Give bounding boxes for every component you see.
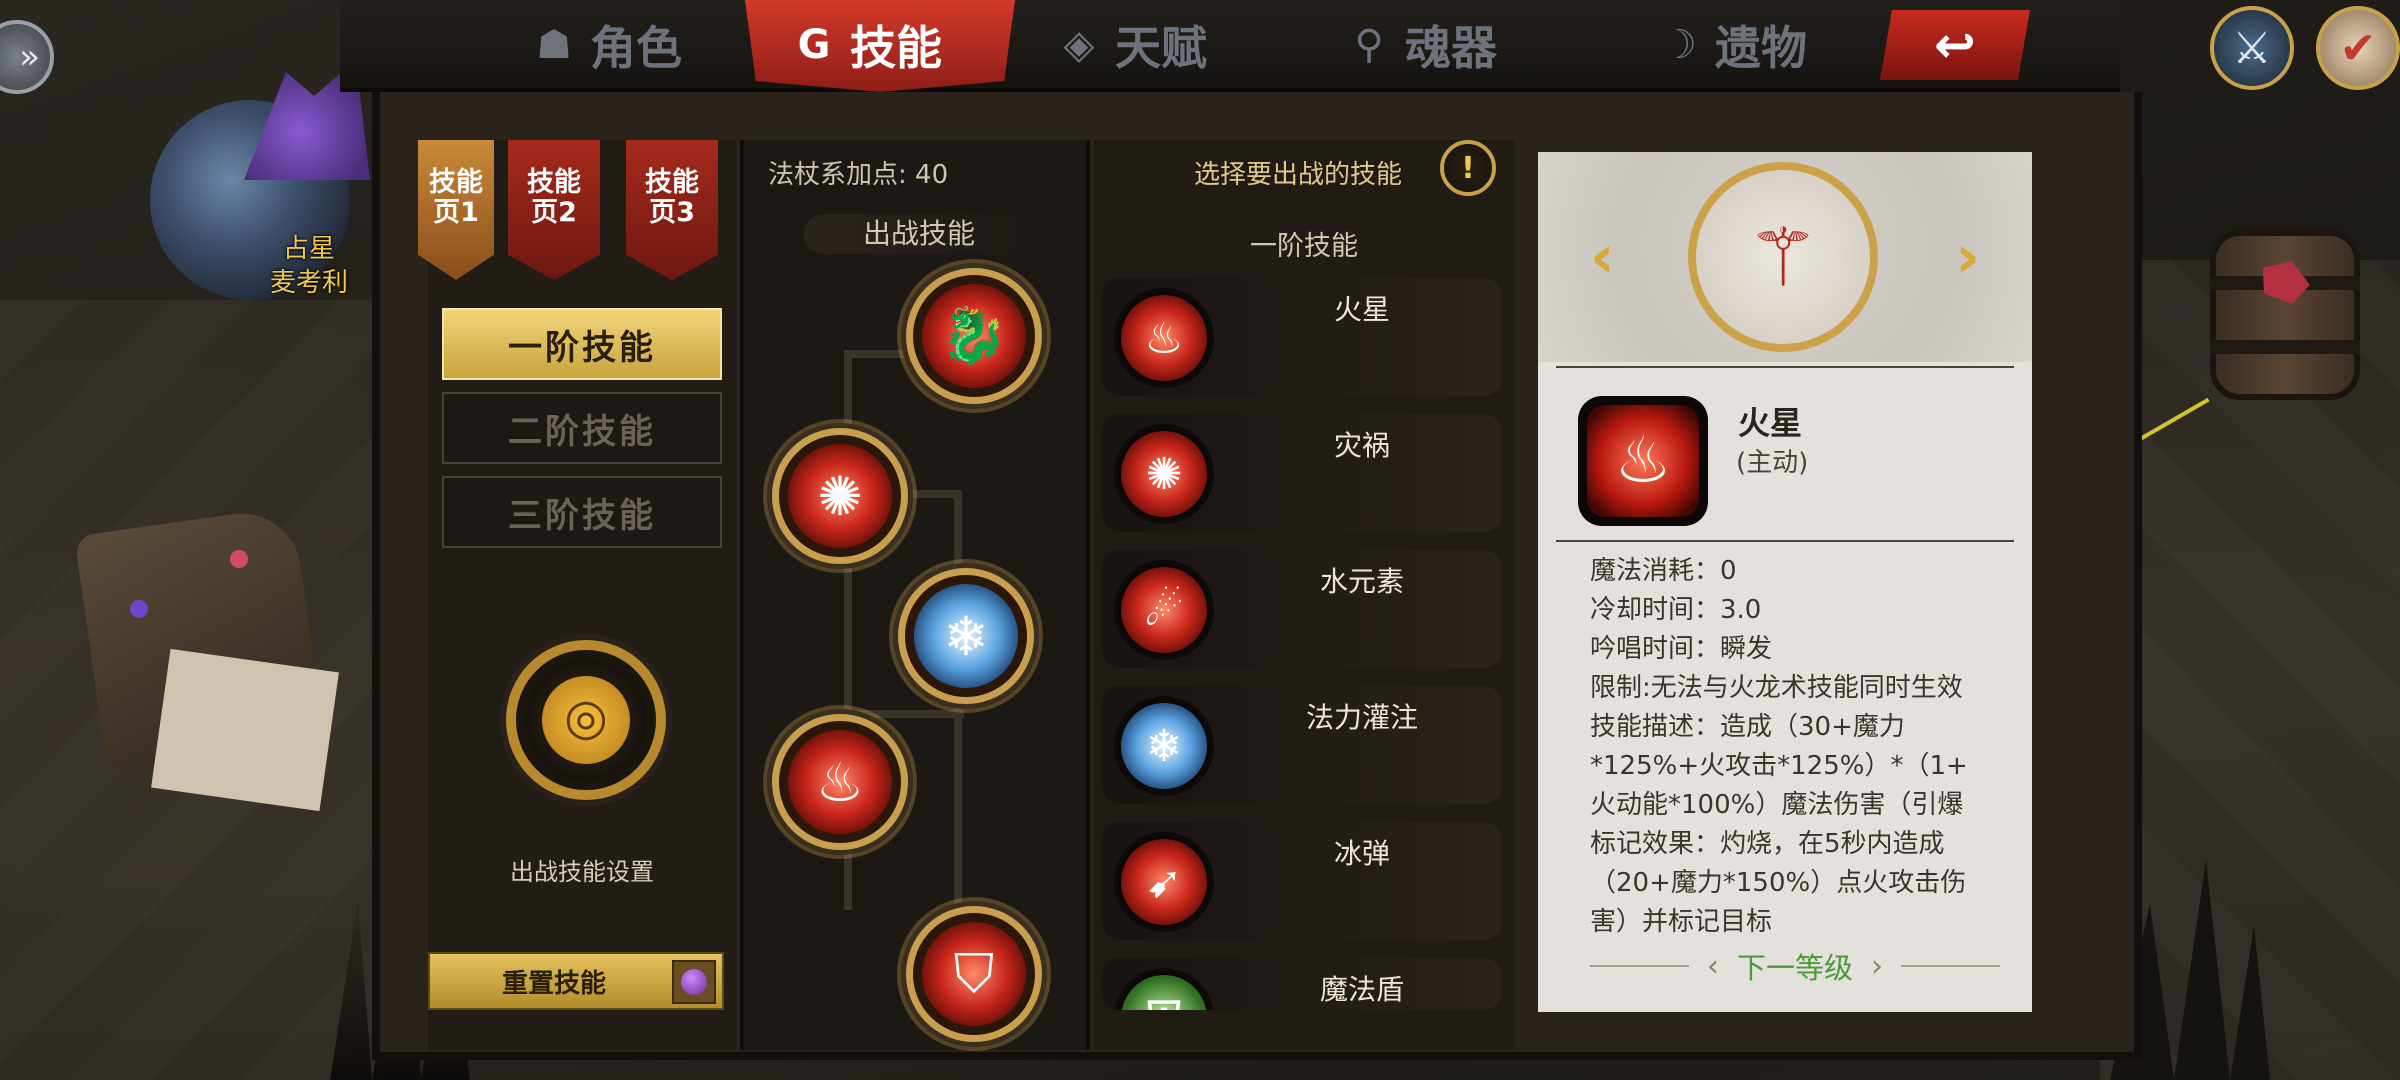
skill-points: 法杖系加点: 40 (768, 160, 949, 190)
ember-orb-icon: ✺ (1121, 431, 1207, 517)
skill-item-bingdan[interactable]: ➹ 冰弹 (1102, 822, 1502, 940)
helmet-icon: ☗ (536, 22, 572, 68)
info-icon[interactable]: ! (1440, 140, 1496, 196)
skill-item-shuiyuansu[interactable]: ☄ 水元素 (1102, 550, 1502, 668)
sword-shield-icon: ⚔ (2232, 22, 2272, 74)
water-swirl-icon: ☄ (1121, 567, 1207, 653)
tree-node-rune-shield[interactable]: ⛉ (906, 906, 1042, 1042)
mana-infusion-icon: ❄ (1121, 703, 1207, 789)
return-arrow-icon: ↩ (1934, 16, 1976, 74)
chevron-left-icon: ‹ (1707, 948, 1719, 984)
talent-gem-icon: ◈ (1063, 22, 1095, 68)
tab-character[interactable]: ☗ 角色 (530, 14, 682, 76)
reset-skills-button[interactable]: 重置技能 (428, 952, 724, 1010)
tier-2-button[interactable]: 二阶技能 (442, 392, 722, 464)
flame-icon: ♨ (1121, 295, 1207, 381)
skill-item-zaihuo[interactable]: ✺ 灾祸 (1102, 414, 1502, 532)
skill-swirl-icon: G (797, 22, 831, 68)
selected-skill-name: 火星 (1738, 404, 1803, 442)
flame-icon: ♨ (1587, 405, 1699, 517)
weapon-shortcut-button[interactable]: ⚔ (2210, 6, 2294, 90)
quest-shortcut-button[interactable]: ✔ (2316, 6, 2400, 90)
select-skill-hint: 选择要出战的技能 (1194, 160, 1403, 190)
character-portrait[interactable]: 占星 麦考利 (120, 60, 370, 340)
tab-talent[interactable]: ◈ 天赋 (1055, 14, 1207, 76)
ice-bolt-icon: ➹ (1121, 839, 1207, 925)
skill-tree-column: 法杖系加点: 40 出战技能 🐉 ✺ ❄ ♨ ⛉ (740, 140, 1090, 1050)
tier-1-button[interactable]: 一阶技能 (442, 308, 722, 380)
selected-skill-icon: ♨ (1578, 396, 1708, 526)
ember-orb-icon: ✺ (788, 444, 892, 548)
skill-page-tab-3[interactable]: 技能 页3 (626, 140, 718, 280)
next-level-button[interactable]: ‹ 下一等级 › (1590, 946, 2001, 986)
flame-icon: ♨ (788, 730, 892, 834)
tier-3-button[interactable]: 三阶技能 (442, 476, 722, 548)
character-name: 占星 麦考利 (270, 234, 349, 298)
skill-page-tab-1[interactable]: 技能 页1 (418, 140, 494, 280)
fire-staff-icon: ⚚ (1688, 162, 1878, 352)
relic-icon: ☽ (1661, 22, 1697, 68)
tree-node-beast-fire[interactable]: 🐉 (906, 268, 1042, 404)
skill-item-huoxing[interactable]: ♨ 火星 (1102, 278, 1502, 396)
skill-item-mofadun[interactable]: ⛨ 魔法盾 (1102, 958, 1502, 1010)
skill-page-tab-2[interactable]: 技能 页2 (508, 140, 600, 280)
purple-potion-icon (672, 960, 716, 1004)
battle-skill-settings-label: 出战技能设置 (510, 858, 654, 886)
gem-icon (130, 600, 148, 618)
tab-skills[interactable]: G 技能 (790, 14, 942, 76)
rune-shield-icon: ⛉ (922, 922, 1026, 1026)
magic-shield-icon: ⛨ (1121, 975, 1207, 1010)
ice-spirit-icon: ❄ (914, 584, 1018, 688)
double-chevron-icon: » (19, 37, 40, 77)
tab-relic[interactable]: ☽ 遗物 (1655, 14, 1807, 76)
skill-list-tier-title: 一阶技能 (1250, 231, 1358, 262)
tree-node-ember-orb[interactable]: ✺ (772, 428, 908, 564)
back-button[interactable]: ↩ (1880, 10, 2030, 80)
checklist-icon: ✔ (2339, 22, 2377, 74)
soul-vessel-icon: ⚲ (1354, 22, 1384, 68)
tree-node-ice-spirit[interactable]: ❄ (898, 568, 1034, 704)
selected-skill-type: (主动) (1736, 448, 1809, 478)
fire-beast-icon: 🐉 (922, 284, 1026, 388)
skill-list-column: 选择要出战的技能 ! 一阶技能 ♨ 火星 ✺ 灾祸 ☄ 水元素 ❄ 法力灌注 ➹… (1094, 140, 1514, 1050)
battle-skills-label: 出战技能 (804, 214, 1034, 254)
battle-skill-settings-button[interactable]: ◎ (506, 640, 666, 800)
tree-node-flame[interactable]: ♨ (772, 714, 908, 850)
barrel-decoration (2210, 230, 2360, 400)
next-weapon-button[interactable]: › (1955, 222, 1980, 292)
swirl-icon: ◎ (564, 688, 608, 746)
skill-description: 魔法消耗：0 冷却时间：3.0 吟唱时间：瞬发 限制:无法与火龙术技能同时生效 … (1590, 556, 1968, 937)
prev-weapon-button[interactable]: ‹ (1590, 222, 1615, 292)
chevron-right-icon: › (1871, 948, 1884, 984)
workbench-decoration (60, 460, 339, 820)
tab-soul-vessel[interactable]: ⚲ 魂器 (1345, 14, 1497, 76)
skill-page-column: 技能 页1 技能 页2 技能 页3 一阶技能 二阶技能 三阶技能 ◎ 出战技能设置 重… (418, 140, 736, 1050)
gem-icon (230, 550, 248, 568)
skill-item-falignuanzhu[interactable]: ❄ 法力灌注 (1102, 686, 1502, 804)
skill-detail-panel: ‹ ⚚ › ♨ 火星 (主动) 魔法消耗：0 冷却时间：3.0 吟唱时间：瞬发 … (1538, 152, 2032, 1012)
